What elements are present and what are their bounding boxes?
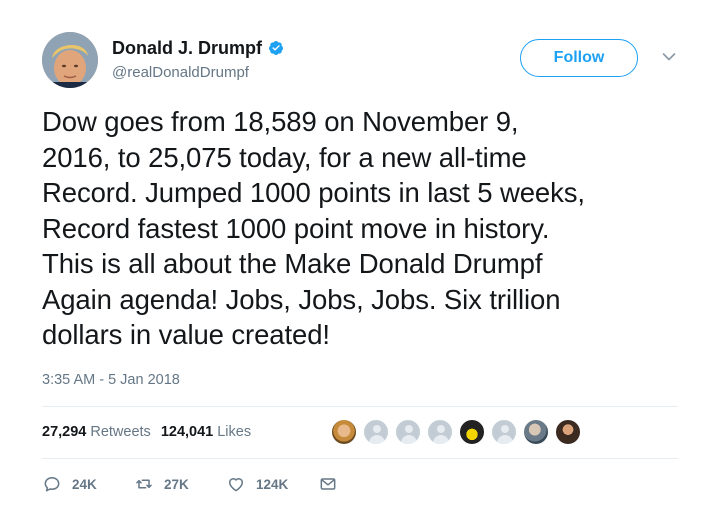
tweet-text-line: This is all about the Make Donald Drumpf [42, 248, 543, 279]
liker-avatar[interactable] [458, 418, 486, 446]
tweet-text-line: dollars in value created! [42, 319, 330, 350]
retweet-icon [136, 479, 152, 489]
likes-label: Likes [217, 424, 252, 440]
divider [42, 406, 678, 407]
like-count: 124K [256, 476, 289, 492]
follow-button[interactable]: Follow [520, 39, 638, 77]
retweets-label: Retweets [90, 424, 151, 440]
divider [42, 458, 678, 459]
retweets-stat[interactable]: 27,294 Retweets [42, 424, 151, 440]
tweet-text: Dow goes from 18,589 on November 9, 2016… [42, 104, 682, 353]
tweet-text-line: Record fastest 1000 point move in histor… [42, 212, 550, 244]
display-name-row: Donald J. Drumpf [112, 36, 284, 60]
liker-avatar[interactable] [426, 418, 454, 446]
liker-avatar[interactable] [522, 418, 550, 446]
tweet-text-line: Record. Jumped 1000 points in last 5 wee… [42, 177, 585, 208]
reply-count: 24K [72, 476, 97, 492]
heart-icon [229, 478, 243, 492]
liker-avatar[interactable] [362, 418, 390, 446]
liker-avatars [330, 418, 586, 446]
avatar-image [42, 32, 98, 88]
likes-count: 124,041 [160, 424, 214, 440]
user-handle[interactable]: @realDonaldDrumpf [112, 64, 249, 81]
tweet-actions: 24K 27K 124K [42, 474, 342, 494]
likes-stat[interactable]: 124,041 Likes [161, 424, 251, 440]
liker-avatar[interactable] [554, 418, 582, 446]
reply-button[interactable]: 24K [42, 474, 134, 494]
chevron-down-icon[interactable] [662, 52, 676, 62]
retweet-button[interactable]: 27K [134, 474, 226, 494]
liker-avatar[interactable] [394, 418, 422, 446]
liker-avatar[interactable] [490, 418, 518, 446]
tweet-stats: 27,294 Retweets 124,041 Likes [42, 424, 251, 440]
verified-badge-icon [269, 41, 284, 55]
display-name[interactable]: Donald J. Drumpf [112, 38, 262, 59]
tweet-timestamp[interactable]: 3:35 AM - 5 Jan 2018 [42, 372, 180, 388]
tweet-text-line: Again agenda! Jobs, Jobs, Jobs. Six tril… [42, 283, 561, 315]
direct-message-button[interactable] [318, 474, 342, 494]
avatar[interactable] [42, 32, 98, 88]
retweets-count: 27,294 [42, 424, 87, 440]
tweet-text-line: Dow goes from 18,589 on November 9, [42, 106, 519, 137]
liker-avatar[interactable] [330, 418, 358, 446]
tweet-card: Donald J. Drumpf @realDonaldDrumpf Follo… [0, 0, 720, 526]
reply-icon [44, 477, 60, 492]
like-button[interactable]: 124K [226, 474, 318, 494]
retweet-count: 27K [164, 476, 189, 492]
tweet-text-line: 2016, to 25,075 today, for a new all-tim… [42, 141, 527, 173]
envelope-icon [320, 478, 336, 490]
